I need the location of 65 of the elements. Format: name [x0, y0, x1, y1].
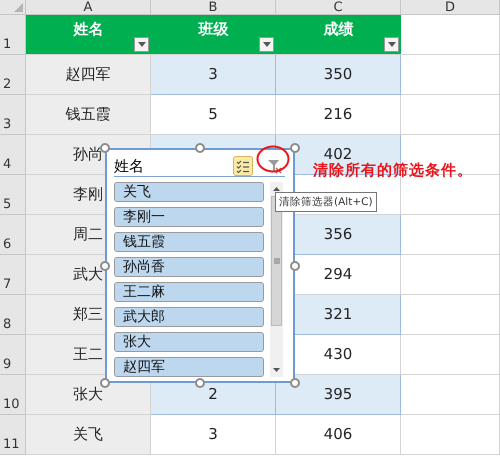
cell-text: 张大 [73, 387, 103, 402]
cell-text: 216 [324, 107, 352, 122]
row-header[interactable]: 5 [0, 175, 26, 215]
column-header[interactable]: A [26, 0, 151, 15]
slicer-title: 姓名 [114, 156, 145, 176]
cell-text: 关飞 [73, 427, 103, 442]
filter-button[interactable] [384, 37, 399, 52]
dropdown-arrow-icon [138, 42, 146, 47]
cell-text: 5 [208, 107, 218, 122]
cell-text: 2 [208, 387, 218, 402]
grip-icon [274, 258, 280, 264]
row-header[interactable]: 9 [0, 335, 26, 375]
cell-text: 395 [324, 387, 352, 402]
row-header[interactable]: 1 [0, 15, 26, 55]
header-text: 姓名 [74, 20, 104, 39]
scroll-up-icon[interactable] [273, 187, 280, 191]
header-text: 班级 [198, 20, 228, 39]
highlight-ellipse [256, 145, 290, 173]
column-header[interactable]: B [151, 0, 276, 15]
multi-select-button[interactable] [233, 156, 253, 176]
cell-text: 赵四军 [66, 67, 110, 82]
cell-text: 356 [324, 227, 352, 242]
cell-text: 430 [324, 347, 352, 362]
dropdown-arrow-icon [262, 42, 270, 47]
dropdown-arrow-icon [388, 42, 396, 47]
cell-text: 3 [208, 67, 218, 82]
row-header[interactable]: 3 [0, 95, 26, 135]
cell-text: 350 [324, 67, 352, 82]
annotation-text: 清除所有的筛选条件。 [313, 163, 473, 178]
slicer-item[interactable]: 张大 [114, 332, 264, 352]
cell-text: 郑三 [73, 307, 103, 322]
slicer-item[interactable]: 王二麻 [114, 282, 264, 302]
header-text: 成绩 [324, 20, 354, 39]
row-header[interactable]: 2 [0, 55, 26, 95]
slicer-item[interactable]: 武大郎 [114, 307, 264, 327]
slicer-item[interactable]: 孙尚香 [114, 257, 264, 277]
slicer-item[interactable]: 李刚一 [114, 207, 264, 227]
row-header[interactable]: 10 [0, 375, 26, 415]
slicer-item[interactable]: 关飞 [114, 182, 264, 202]
row-header[interactable]: 6 [0, 215, 26, 255]
column-header[interactable]: C [276, 0, 401, 15]
column-header[interactable]: D [401, 0, 500, 15]
checklist-icon [236, 160, 250, 172]
scroll-down-icon[interactable] [273, 368, 280, 372]
cell-text: 钱五霞 [66, 107, 110, 122]
filter-button[interactable] [134, 37, 149, 52]
cell-text: 武大 [73, 267, 103, 282]
filter-button[interactable] [259, 37, 274, 52]
cell-text: 406 [324, 427, 352, 442]
cell-text: 李刚 [73, 187, 103, 202]
cell-text: 321 [324, 307, 352, 322]
slicer-item[interactable]: 赵四军 [114, 357, 264, 377]
cell-text: 周二 [73, 227, 103, 242]
row-header[interactable]: 4 [0, 135, 26, 175]
tooltip: 清除筛选器(Alt+C) [275, 192, 377, 212]
cell-text: 402 [324, 147, 352, 162]
cell-text: 294 [324, 267, 352, 282]
row-header[interactable]: 7 [0, 255, 26, 295]
row-header[interactable]: 8 [0, 295, 26, 335]
clear-filter-icon [267, 158, 283, 174]
cell-text: 3 [208, 427, 218, 442]
slicer-item[interactable]: 钱五霞 [114, 232, 264, 252]
cell-text: 王二 [73, 347, 103, 362]
cell-text: 孙尚 [73, 147, 103, 162]
row-header[interactable]: 11 [0, 415, 26, 455]
